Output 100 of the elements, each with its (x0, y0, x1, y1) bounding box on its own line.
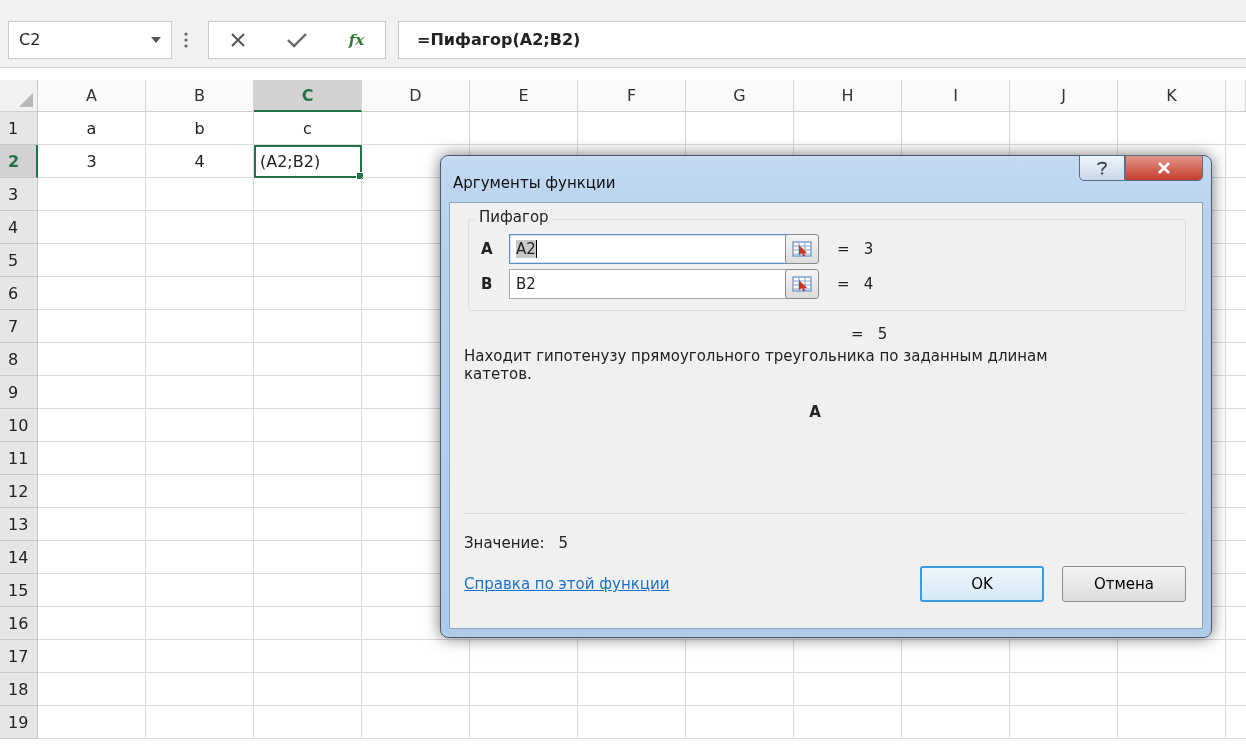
column-header[interactable]: J (1010, 80, 1118, 112)
column-header[interactable]: G (686, 80, 794, 112)
row-header[interactable]: 13 (0, 508, 38, 541)
table-cell[interactable] (1010, 112, 1118, 145)
range-select-icon[interactable] (785, 269, 819, 299)
table-cell[interactable] (254, 277, 362, 310)
cancel-button[interactable]: Отмена (1062, 566, 1186, 602)
column-header[interactable]: K (1118, 80, 1226, 112)
column-header[interactable]: H (794, 80, 902, 112)
table-cell[interactable]: (A2;B2) (254, 145, 362, 178)
column-header[interactable]: E (470, 80, 578, 112)
table-cell[interactable] (146, 244, 254, 277)
name-box[interactable]: C2 (8, 20, 172, 59)
table-cell[interactable] (38, 508, 146, 541)
formula-field[interactable]: =Пифагор(A2;B2) (398, 20, 1246, 59)
table-cell[interactable]: b (146, 112, 254, 145)
column-header[interactable]: C (254, 80, 362, 112)
table-cell[interactable] (38, 178, 146, 211)
table-cell[interactable]: 4 (146, 145, 254, 178)
table-cell[interactable] (146, 508, 254, 541)
table-cell[interactable] (146, 541, 254, 574)
table-cell[interactable] (38, 343, 146, 376)
table-cell[interactable] (146, 343, 254, 376)
row-header[interactable]: 12 (0, 475, 38, 508)
caret-icon[interactable] (151, 36, 161, 43)
row-header[interactable]: 9 (0, 376, 38, 409)
table-cell[interactable] (38, 640, 146, 673)
table-cell[interactable] (146, 310, 254, 343)
insert-function-button[interactable]: fx (348, 30, 365, 49)
table-cell[interactable] (254, 640, 362, 673)
ok-button[interactable]: OK (920, 566, 1044, 602)
table-cell[interactable] (146, 574, 254, 607)
argument-field[interactable]: A2 (509, 234, 787, 264)
table-cell[interactable] (578, 673, 686, 706)
table-cell[interactable] (38, 475, 146, 508)
table-cell[interactable] (146, 640, 254, 673)
cancel-icon[interactable] (229, 31, 246, 48)
table-cell[interactable] (38, 409, 146, 442)
row-header[interactable]: 1 (0, 112, 38, 145)
table-cell[interactable] (146, 277, 254, 310)
row-header[interactable]: 17 (0, 640, 38, 673)
table-cell[interactable] (254, 244, 362, 277)
table-cell[interactable]: 3 (38, 145, 146, 178)
table-cell[interactable] (686, 640, 794, 673)
table-cell[interactable] (254, 706, 362, 739)
table-cell[interactable] (38, 541, 146, 574)
table-cell[interactable] (1118, 640, 1226, 673)
row-header[interactable]: 4 (0, 211, 38, 244)
select-all-button[interactable] (0, 80, 38, 112)
table-cell[interactable] (146, 178, 254, 211)
help-link[interactable]: Справка по этой функции (464, 575, 670, 593)
table-cell[interactable] (1010, 706, 1118, 739)
table-cell[interactable] (686, 112, 794, 145)
row-header[interactable]: 16 (0, 607, 38, 640)
row-header[interactable]: 6 (0, 277, 38, 310)
table-cell[interactable] (1118, 673, 1226, 706)
row-header[interactable]: 19 (0, 706, 38, 739)
table-cell[interactable] (902, 673, 1010, 706)
table-cell[interactable] (146, 211, 254, 244)
table-cell[interactable] (902, 640, 1010, 673)
table-cell[interactable] (686, 673, 794, 706)
argument-field[interactable]: B2 (509, 269, 787, 299)
table-cell[interactable] (38, 442, 146, 475)
table-cell[interactable] (38, 310, 146, 343)
checkmark-icon[interactable] (287, 31, 308, 48)
row-header[interactable]: 5 (0, 244, 38, 277)
table-cell[interactable] (38, 211, 146, 244)
table-cell[interactable] (38, 607, 146, 640)
table-cell[interactable] (1118, 706, 1226, 739)
table-cell[interactable] (1118, 112, 1226, 145)
column-header[interactable]: B (146, 80, 254, 112)
row-header[interactable]: 10 (0, 409, 38, 442)
table-cell[interactable] (362, 673, 470, 706)
table-cell[interactable] (146, 673, 254, 706)
more-icon[interactable] (184, 31, 188, 48)
column-header[interactable]: I (902, 80, 1010, 112)
table-cell[interactable] (254, 343, 362, 376)
table-cell[interactable] (38, 376, 146, 409)
row-header[interactable]: 18 (0, 673, 38, 706)
table-cell[interactable] (470, 706, 578, 739)
row-header[interactable]: 7 (0, 310, 38, 343)
table-cell[interactable] (146, 442, 254, 475)
table-cell[interactable] (38, 277, 146, 310)
table-cell[interactable] (794, 706, 902, 739)
row-header[interactable]: 8 (0, 343, 38, 376)
table-cell[interactable] (38, 574, 146, 607)
table-cell[interactable] (38, 244, 146, 277)
table-cell[interactable] (254, 409, 362, 442)
table-cell[interactable] (146, 376, 254, 409)
table-cell[interactable] (578, 112, 686, 145)
column-header[interactable]: F (578, 80, 686, 112)
row-header[interactable]: 14 (0, 541, 38, 574)
table-cell[interactable] (578, 640, 686, 673)
table-cell[interactable] (254, 574, 362, 607)
table-cell[interactable] (470, 112, 578, 145)
table-cell[interactable] (254, 211, 362, 244)
table-cell[interactable] (254, 442, 362, 475)
table-cell[interactable] (146, 706, 254, 739)
table-cell[interactable] (1010, 673, 1118, 706)
table-cell[interactable] (902, 112, 1010, 145)
